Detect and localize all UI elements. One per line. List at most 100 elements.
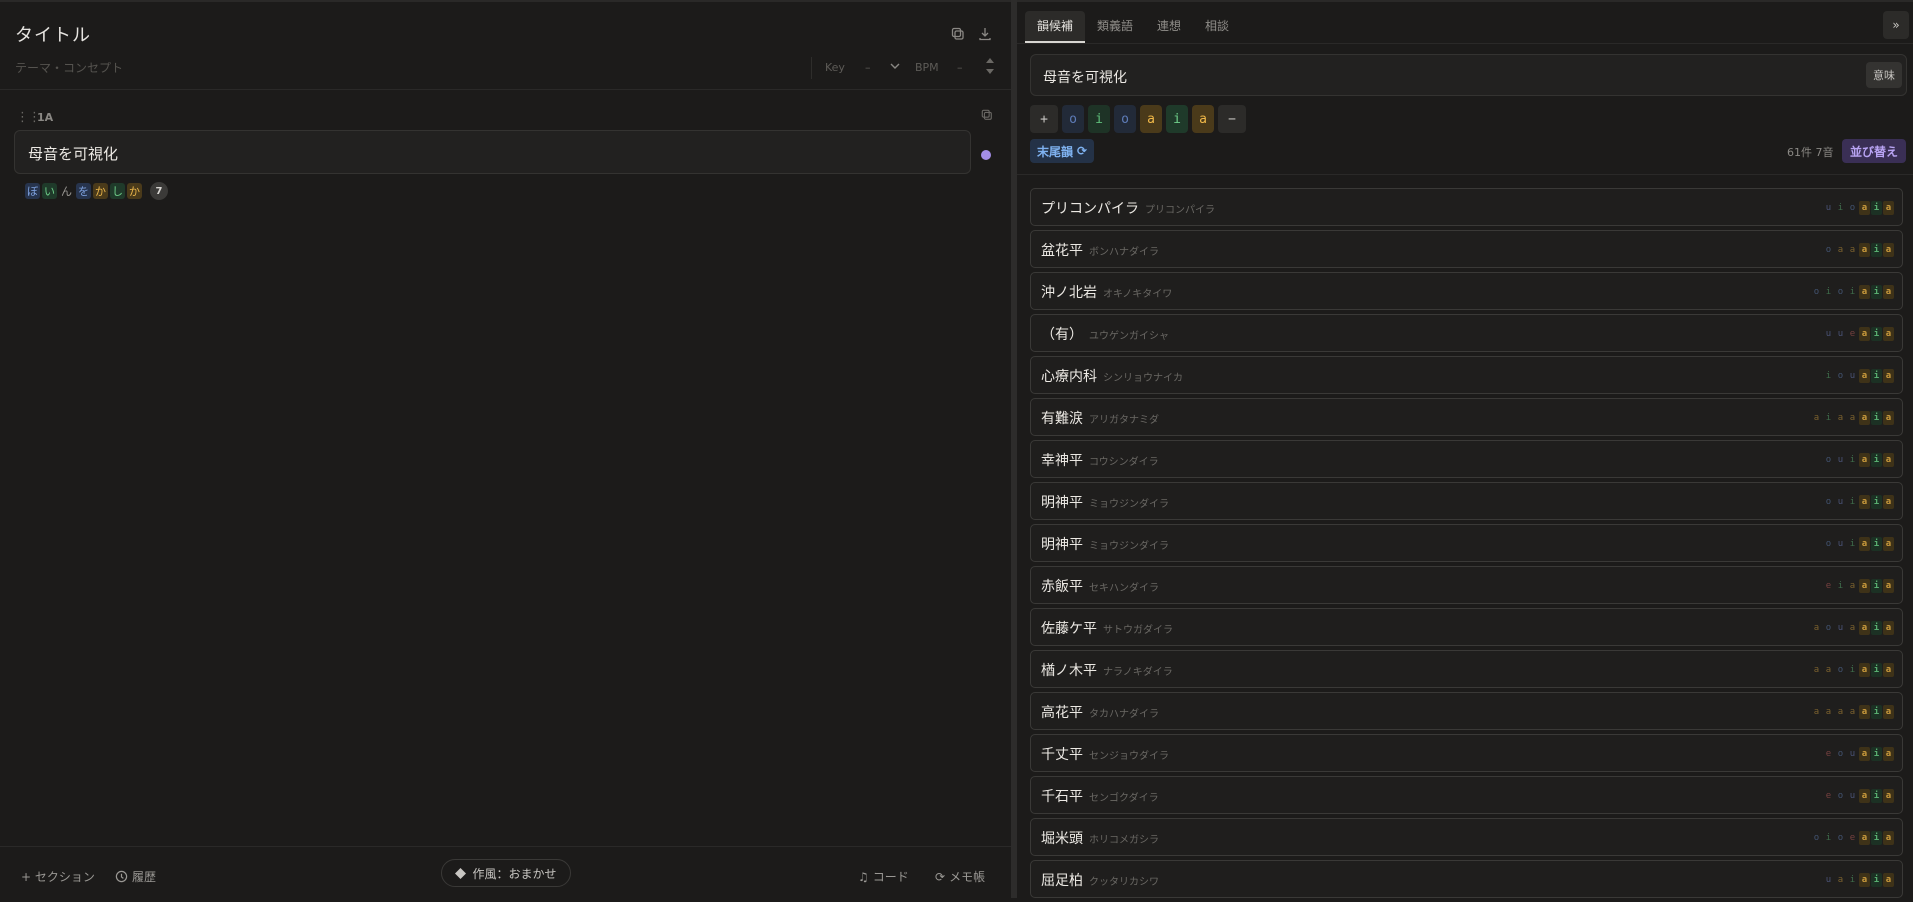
result-item[interactable]: 屈足柏 クッタリカシワ u a i a i a [1030, 860, 1903, 898]
vowel-mark: a [1883, 579, 1894, 593]
footer: + セクション 履歴 作風：おまかせ ♫ コード ⟳ メモ帳 [0, 848, 1011, 900]
section-copy-icon[interactable] [978, 106, 996, 124]
vowel-mark: u [1837, 539, 1844, 549]
result-item[interactable]: 高花平 タカハナダイラ a a a a a i a [1030, 692, 1903, 730]
remove-vowel-button[interactable]: − [1218, 105, 1246, 133]
result-reading: ユウゲンガイシャ [1089, 331, 1169, 342]
download-icon[interactable] [976, 25, 994, 43]
result-vowels: uaiaia [1823, 873, 1894, 887]
vowel-chip[interactable]: i [1166, 105, 1188, 133]
history-button[interactable]: 履歴 [115, 868, 156, 885]
vowel-chip[interactable]: a [1192, 105, 1214, 133]
vowel-mark: a [1813, 665, 1820, 675]
vowel-mark: i [1871, 495, 1882, 509]
result-vowels: oaaaia [1823, 243, 1894, 257]
result-word: 堀米頭 [1041, 831, 1083, 847]
style-button[interactable]: 作風：おまかせ [441, 859, 571, 887]
header-divider [0, 89, 1011, 90]
section-label: 1A [37, 111, 54, 124]
vowel-mark: e [1825, 581, 1832, 591]
stepper-icon[interactable] [981, 54, 999, 78]
chevron-down-icon[interactable] [886, 57, 904, 75]
result-word: 高花平 [1041, 705, 1083, 721]
vowel-mark: a [1813, 707, 1820, 717]
result-item[interactable]: 幸神平 コウシンダイラ o u i a i a [1030, 440, 1903, 478]
theme-input[interactable]: テーマ・コンセプト [15, 59, 123, 76]
diamond-icon [455, 867, 467, 879]
result-name: 高花平 タカハナダイラ [1041, 702, 1159, 722]
result-name: 沖ノ北岩 オキノキタイワ [1041, 282, 1172, 302]
result-reading: ミョウジンダイラ [1089, 541, 1169, 552]
vowel-mark: a [1813, 623, 1820, 633]
result-item[interactable]: 千石平 センゴクダイラ e o u a i a [1030, 776, 1903, 814]
result-item[interactable]: 明神平 ミョウジンダイラ o u i a i a [1030, 524, 1903, 562]
result-item[interactable]: プリコンパイラ プリコンパイラ u i o a i a [1030, 188, 1903, 226]
result-item[interactable]: 楢ノ木平 ナラノキダイラ a a o i a i a [1030, 650, 1903, 688]
result-reading: タカハナダイラ [1089, 709, 1159, 720]
vowel-mark: e [1849, 833, 1856, 843]
result-name: 明神平 ミョウジンダイラ [1041, 492, 1169, 512]
result-item[interactable]: （有） ユウゲンガイシャ u u e a i a [1030, 314, 1903, 352]
vowel-chip[interactable]: i [1088, 105, 1110, 133]
result-reading: センゴクダイラ [1089, 793, 1159, 804]
result-word: 屈足柏 [1041, 873, 1083, 889]
editor-panel: タイトル テーマ・コンセプト Key – BPM – ⋮⋮ 1A 母音を可視化 … [0, 2, 1011, 898]
vowel-mark: u [1837, 455, 1844, 465]
result-item[interactable]: 千丈平 センジョウダイラ e o u a i a [1030, 734, 1903, 772]
vowel-mark: o [1813, 833, 1820, 843]
add-vowel-button[interactable]: + [1030, 105, 1058, 133]
tab-consult[interactable]: 相談 [1193, 11, 1241, 41]
vowel-chip[interactable]: a [1140, 105, 1162, 133]
memo-button[interactable]: ⟳ メモ帳 [935, 868, 985, 885]
result-name: プリコンパイラ プリコンパイラ [1041, 198, 1215, 218]
result-item[interactable]: 赤飯平 セキハンダイラ e i a a i a [1030, 566, 1903, 604]
mora-count-badge: 7 [150, 182, 168, 200]
footer-divider [0, 846, 1011, 847]
vowel-mark: i [1871, 831, 1882, 845]
add-section-button[interactable]: + セクション [21, 868, 95, 885]
result-item[interactable]: 有難涙 アリガタナミダ a i a a a i a [1030, 398, 1903, 436]
meaning-button[interactable]: 意味 [1866, 62, 1902, 88]
result-item[interactable]: 堀米頭 ホリコメガシラ o i o e a i a [1030, 818, 1903, 856]
result-name: （有） ユウゲンガイシャ [1041, 324, 1169, 344]
result-item[interactable]: 明神平 ミョウジンダイラ o u i a i a [1030, 482, 1903, 520]
music-note-icon: ♫ [858, 869, 869, 884]
vowel-mark: a [1859, 285, 1870, 299]
vowel-mark: u [1849, 371, 1856, 381]
copy-icon[interactable] [949, 25, 967, 43]
sort-button[interactable]: 並び替え [1842, 139, 1907, 163]
vowel-mark: u [1837, 623, 1844, 633]
tab-association[interactable]: 連想 [1145, 11, 1193, 41]
tab-rhyme[interactable]: 韻候補 [1025, 11, 1086, 43]
vowel-chip[interactable]: o [1062, 105, 1084, 133]
lyric-input[interactable]: 母音を可視化 [14, 130, 971, 174]
result-vowels: eouaia [1823, 789, 1894, 803]
vowel-mark: a [1859, 831, 1870, 845]
chord-button[interactable]: ♫ コード [858, 868, 909, 885]
rhyme-mode-toggle[interactable]: 末尾韻 ⟳ [1030, 139, 1095, 163]
vowel-mark: a [1883, 663, 1894, 677]
result-item[interactable]: 盆花平 ボンハナダイラ o a a a i a [1030, 230, 1903, 268]
result-item[interactable]: 心療内科 シンリョウナイカ i o u a i a [1030, 356, 1903, 394]
vowel-mark: a [1813, 413, 1820, 423]
bpm-value[interactable]: – [957, 61, 963, 74]
vowel-chip[interactable]: o [1114, 105, 1136, 133]
song-title[interactable]: タイトル [15, 21, 91, 47]
query-input[interactable]: 母音を可視化 意味 [1030, 54, 1907, 96]
result-reading: ナラノキダイラ [1103, 667, 1173, 678]
refresh-icon: ⟳ [1077, 144, 1088, 158]
vowel-mark: i [1837, 581, 1844, 591]
divider [811, 57, 812, 79]
vowel-mark: i [1825, 287, 1832, 297]
result-item[interactable]: 沖ノ北岩 オキノキタイワ o i o i a i a [1030, 272, 1903, 310]
vowel-mark: i [1871, 243, 1882, 257]
expand-button[interactable]: » [1883, 11, 1909, 39]
tab-synonym[interactable]: 類義語 [1085, 11, 1145, 41]
vowel-mark: o [1825, 623, 1832, 633]
key-value[interactable]: – [865, 61, 871, 74]
vowel-mark: o [1825, 497, 1832, 507]
result-vowels: aouaaia [1811, 621, 1894, 635]
result-item[interactable]: 佐藤ケ平 サトウガダイラ a o u a a i a [1030, 608, 1903, 646]
vowel-mark: a [1883, 453, 1894, 467]
vowel-mark: o [1825, 245, 1832, 255]
